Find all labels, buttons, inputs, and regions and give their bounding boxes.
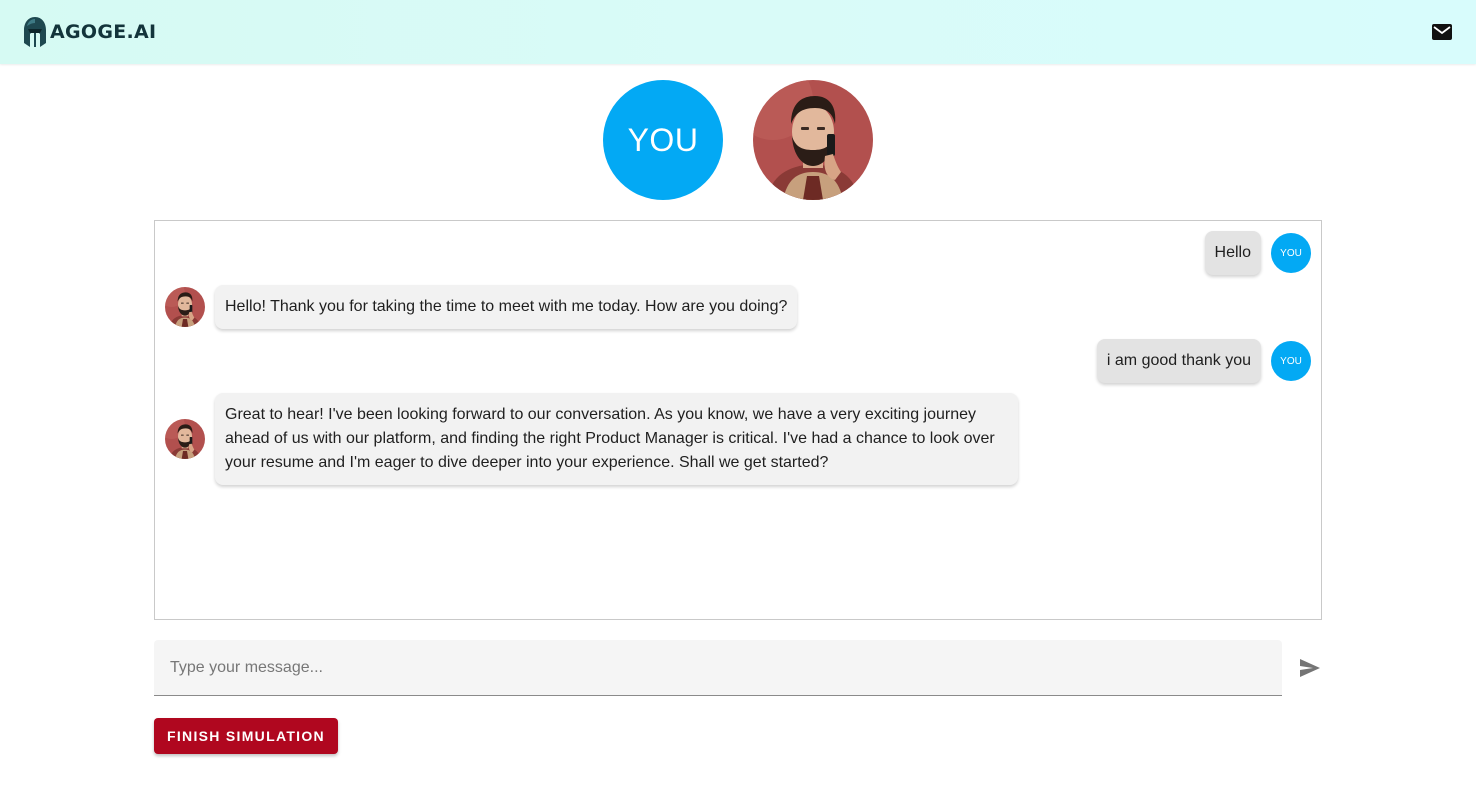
user-avatar-large: YOU [603, 80, 723, 200]
interviewer-avatar-large [753, 80, 873, 200]
mail-icon[interactable] [1431, 22, 1453, 42]
user-avatar-small: YOU [1271, 341, 1311, 381]
send-icon[interactable] [1298, 657, 1322, 679]
message-text: i am good thank you [1106, 352, 1251, 369]
brand-logo[interactable]: AGOGE.AI [23, 16, 156, 48]
interviewer-avatar-small [165, 419, 205, 459]
helmet-icon [24, 17, 46, 47]
message-composer[interactable] [154, 640, 1282, 696]
interviewer-portrait [753, 80, 873, 200]
brand-name: AGOGE.AI [50, 21, 157, 43]
interviewer-portrait-small [165, 419, 205, 459]
finish-simulation-button[interactable]: FINISH SIMULATION [154, 718, 338, 754]
user-avatar-small-label: YOU [1280, 355, 1302, 367]
message-text: Hello [1214, 244, 1251, 261]
chat-message-interviewer: Hello! Thank you for taking the time to … [215, 285, 798, 329]
user-avatar-small-label: YOU [1280, 247, 1302, 259]
chat-message-user: i am good thank you [1096, 339, 1261, 383]
message-text: Great to hear! I've been looking forward… [225, 406, 995, 471]
interviewer-portrait-small [165, 287, 205, 327]
user-avatar-label: YOU [627, 121, 699, 158]
interviewer-avatar-small [165, 287, 205, 327]
user-avatar-small: YOU [1271, 233, 1311, 273]
chat-message-user: Hello [1204, 231, 1261, 275]
chat-window[interactable]: Hello YOU Hello! Thank you for taking th… [154, 220, 1322, 620]
chat-message-interviewer: Great to hear! I've been looking forward… [215, 393, 1018, 485]
message-text: Hello! Thank you for taking the time to … [225, 298, 788, 315]
app-header: AGOGE.AI [0, 0, 1476, 64]
message-input[interactable] [154, 640, 1282, 695]
